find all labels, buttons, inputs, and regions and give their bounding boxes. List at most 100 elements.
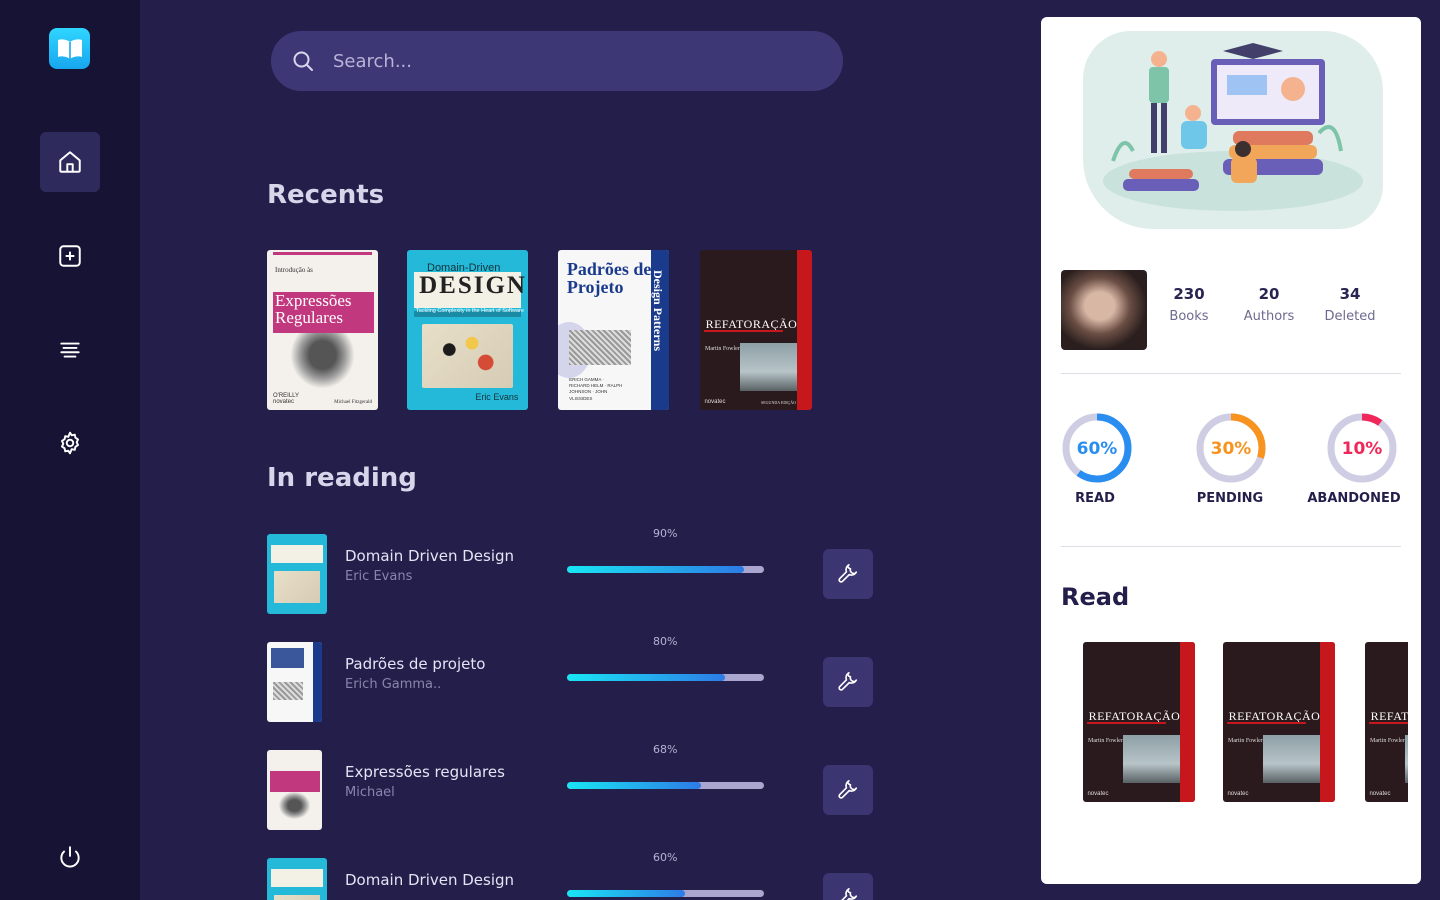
cover-title-line: Padrões de <box>566 258 652 279</box>
book-thumbnail[interactable] <box>267 534 327 614</box>
recent-book-expressoes[interactable]: Introdução às Expressões Regulares O'REI… <box>267 250 378 410</box>
stat-books: 230 Books <box>1154 285 1224 324</box>
divider <box>1061 373 1401 374</box>
book-title: Domain Driven Design <box>345 547 515 565</box>
plus-square-icon <box>59 245 81 267</box>
nav-add-button[interactable] <box>40 226 100 286</box>
cover-publisher: O'REILLY novatec <box>273 392 299 406</box>
progress-label: 90% <box>653 527 678 540</box>
ring-label: READ <box>1075 491 1115 506</box>
book-title: Expressões regulares <box>345 763 505 781</box>
progress-fill <box>567 674 725 681</box>
progress-ring: 60% <box>1061 412 1133 484</box>
edit-button[interactable] <box>823 657 873 707</box>
progress-ring: 10% <box>1326 412 1398 484</box>
progress-bar <box>567 566 764 573</box>
nav-home-button[interactable] <box>40 132 100 192</box>
stat-label: Books <box>1169 309 1209 324</box>
ring-value: 30% <box>1211 439 1252 459</box>
recent-book-refatoracao[interactable]: REFATORAÇÃO Martin Fowler novatec SEGUND… <box>700 250 812 410</box>
progress-fill <box>567 782 701 789</box>
ring-label: ABANDONED <box>1307 491 1401 506</box>
sidebar <box>0 0 140 900</box>
read-book-refatoracao[interactable]: REFATORAÇÃO Martin Fowler novatec <box>1223 642 1335 802</box>
cover-tagline: Tackling Complexity in the Heart of Soft… <box>416 308 524 314</box>
book-open-icon[interactable] <box>49 28 90 69</box>
cover-title-line: Projeto <box>566 276 624 297</box>
cover-spine-title: Design Patterns <box>651 270 665 351</box>
progress-label: 68% <box>653 743 678 756</box>
stat-authors: 20 Authors <box>1234 285 1304 324</box>
gear-icon <box>61 431 79 455</box>
nav-list-button[interactable] <box>40 319 100 379</box>
progress-bar <box>567 674 764 681</box>
reading-row[interactable]: Domain Driven Design Eric Evans 90% <box>267 527 873 614</box>
cover-title: DESIGN <box>419 272 527 300</box>
book-thumbnail[interactable] <box>267 750 322 830</box>
reading-row[interactable]: Expressões regulares Michael 68% <box>267 743 873 830</box>
cover-subtitle: Introdução às <box>275 266 313 274</box>
bridge-illustration <box>740 342 798 391</box>
book-thumbnail[interactable] <box>267 858 327 900</box>
stat-value: 230 <box>1173 285 1205 303</box>
ring-label: PENDING <box>1196 491 1264 506</box>
ring-value: 10% <box>1342 439 1383 459</box>
stat-value: 20 <box>1258 285 1280 303</box>
book-thumbnail[interactable] <box>267 642 322 722</box>
stat-label: Authors <box>1243 309 1295 324</box>
progress-ring: 30% <box>1195 412 1267 484</box>
progress-bar <box>567 782 764 789</box>
cover-author: Martin Fowler <box>705 346 740 352</box>
power-icon <box>60 846 80 868</box>
edit-button[interactable] <box>823 873 873 900</box>
in-reading-heading: In reading <box>267 463 417 493</box>
escher-illustration <box>569 330 632 366</box>
align-center-icon <box>60 342 80 358</box>
search-icon <box>293 51 313 71</box>
cover-title-line: Regulares <box>275 308 343 328</box>
stat-deleted: 34 Deleted <box>1315 285 1385 324</box>
kandinsky-illustration <box>421 323 514 388</box>
read-book-clip: REFATORAÇÃO Martin Fowler novatec <box>1365 642 1408 802</box>
nav-settings-button[interactable] <box>40 413 100 473</box>
home-icon <box>59 151 81 173</box>
search-input[interactable] <box>333 50 803 72</box>
bat-illustration <box>291 333 354 388</box>
edit-button[interactable] <box>823 549 873 599</box>
cover-author: Michael Fitzgerald <box>334 400 372 405</box>
recent-book-padroes[interactable]: Design Patterns Padrões de Projeto ERICH… <box>558 250 669 410</box>
wrench-icon <box>838 780 858 799</box>
logout-button[interactable] <box>40 827 100 887</box>
reading-row[interactable]: Padrões de projeto Erich Gamma.. 80% <box>267 635 873 722</box>
avatar[interactable] <box>1061 270 1147 350</box>
profile-panel: 230 Books 20 Authors 34 Deleted 60% READ 3… <box>1041 17 1421 884</box>
cover-author: Martin Fowler <box>1370 738 1405 744</box>
recent-book-ddd[interactable]: Domain-Driven DESIGN Tackling Complexity… <box>407 250 528 410</box>
cover-publisher: novatec <box>1087 791 1109 798</box>
read-book-refatoracao[interactable]: REFATORAÇÃO Martin Fowler novatec <box>1365 642 1408 802</box>
cover-authors: ERICH GAMMA · RICHARD HELM · RALPH JOHNS… <box>569 376 623 401</box>
wrench-icon <box>841 888 858 900</box>
search-bar <box>271 31 843 91</box>
progress-fill <box>567 566 745 573</box>
wrench-icon <box>838 672 858 691</box>
stat-value: 34 <box>1339 285 1361 303</box>
reading-row[interactable]: Domain Driven Design 60% <box>267 851 873 900</box>
cover-author: Martin Fowler <box>1088 738 1123 744</box>
progress-bar <box>567 890 764 897</box>
cover-publisher: novatec <box>1227 791 1249 798</box>
ring-value: 60% <box>1077 439 1118 459</box>
read-book-refatoracao[interactable]: REFATORAÇÃO Martin Fowler novatec <box>1083 642 1195 802</box>
progress-fill <box>567 890 686 897</box>
book-author: Eric Evans <box>345 569 413 584</box>
book-title: Padrões de projeto <box>345 655 486 673</box>
cover-publisher: novatec <box>704 399 726 406</box>
reading-illustration <box>1083 31 1383 229</box>
progress-label: 80% <box>653 635 678 648</box>
cover-author: Eric Evans <box>475 392 519 402</box>
edit-button[interactable] <box>823 765 873 815</box>
progress-label: 60% <box>653 851 678 864</box>
cover-publisher: novatec <box>1369 791 1391 798</box>
book-title: Domain Driven Design <box>345 871 515 889</box>
cover-title-line: Expressões <box>275 290 352 310</box>
